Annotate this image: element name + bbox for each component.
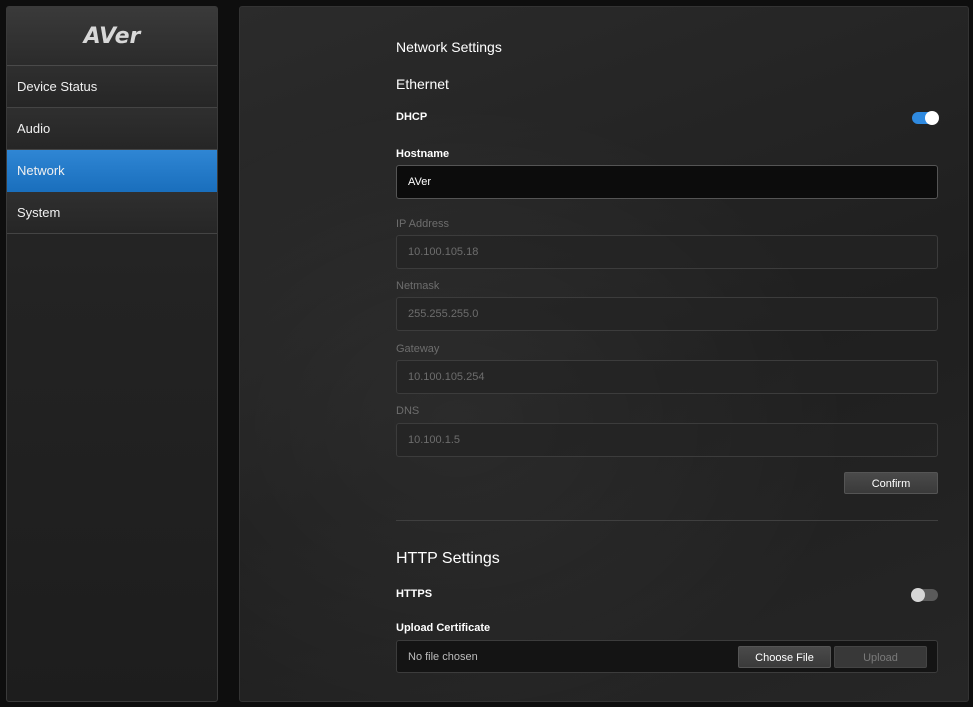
certificate-file-picker: No file chosen Choose File Upload <box>396 640 938 673</box>
dns-label: DNS <box>396 405 420 417</box>
dhcp-toggle[interactable] <box>912 111 939 125</box>
dhcp-label: DHCP <box>396 111 428 123</box>
section-divider <box>396 520 938 521</box>
http-settings-title: HTTP Settings <box>396 550 500 567</box>
network-settings-title: Network Settings <box>396 39 502 55</box>
hostname-field[interactable]: AVer <box>396 165 938 199</box>
toggle-knob <box>925 111 939 125</box>
confirm-button[interactable]: Confirm <box>844 472 938 494</box>
sidebar-item-network[interactable]: Network <box>7 150 217 192</box>
sidebar: AVer Device Status Audio Network System <box>6 6 218 702</box>
hostname-label: Hostname <box>396 148 450 160</box>
file-status-text: No file chosen <box>408 651 478 663</box>
gateway-field[interactable]: 10.100.105.254 <box>396 360 938 394</box>
toggle-knob <box>911 588 925 602</box>
netmask-field[interactable]: 255.255.255.0 <box>396 297 938 331</box>
sidebar-item-audio[interactable]: Audio <box>7 108 217 150</box>
ethernet-title: Ethernet <box>396 76 449 92</box>
https-toggle[interactable] <box>911 588 938 602</box>
upload-certificate-label: Upload Certificate <box>396 622 491 634</box>
logo-bar: AVer <box>7 7 217 66</box>
sidebar-item-device-status[interactable]: Device Status <box>7 66 217 108</box>
choose-file-button[interactable]: Choose File <box>738 646 831 668</box>
ip-address-field[interactable]: 10.100.105.18 <box>396 235 938 269</box>
aver-logo: AVer <box>83 23 141 49</box>
upload-button[interactable]: Upload <box>834 646 927 668</box>
gateway-label: Gateway <box>396 343 440 355</box>
sidebar-item-system[interactable]: System <box>7 192 217 234</box>
https-label: HTTPS <box>396 588 433 600</box>
main-panel: Network Settings Ethernet DHCP Hostname … <box>239 6 969 702</box>
netmask-label: Netmask <box>396 280 440 292</box>
ip-address-label: IP Address <box>396 218 449 230</box>
dns-field[interactable]: 10.100.1.5 <box>396 423 938 457</box>
